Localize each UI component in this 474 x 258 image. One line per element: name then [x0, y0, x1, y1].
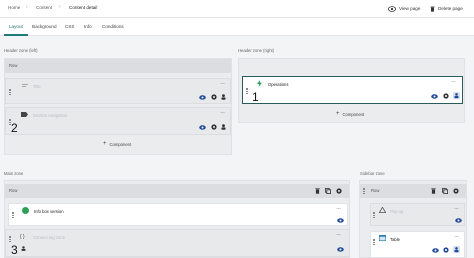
component-title: Content tag zone	[33, 235, 65, 240]
view-page-button[interactable]: View page	[388, 4, 420, 13]
eye-icon[interactable]	[432, 248, 439, 253]
row-header: Row	[360, 184, 466, 198]
add-component-button[interactable]: + Component	[336, 111, 364, 117]
component-title: Title	[33, 84, 41, 89]
main-zone: Row Info box version ··· { } Content tag…	[4, 180, 350, 258]
eye-icon[interactable]	[337, 218, 344, 223]
more-menu-icon[interactable]: ···	[454, 206, 459, 212]
component-title: Operations	[268, 82, 289, 87]
eye-icon[interactable]	[199, 125, 206, 130]
tab-layout[interactable]: Layout	[9, 24, 23, 29]
user-icon[interactable]	[453, 246, 460, 253]
component-card-operations[interactable]: Operations ··· 1	[242, 76, 463, 104]
tag-icon	[21, 112, 28, 117]
component-title: Section navigation	[33, 113, 68, 118]
eye-icon[interactable]	[431, 94, 438, 99]
user-icon[interactable]	[221, 124, 226, 130]
step-marker: 1	[252, 90, 259, 104]
trash-icon	[430, 6, 435, 12]
eye-icon	[388, 5, 396, 12]
table-icon	[379, 235, 386, 241]
code-icon: { }	[20, 234, 25, 240]
step-marker: 2	[11, 121, 18, 135]
component-card-section-navigation[interactable]: Section navigation ··· 2	[5, 107, 231, 135]
copy-icon[interactable]	[325, 188, 331, 194]
row-label: Row	[9, 188, 18, 193]
more-menu-icon[interactable]: ···	[220, 110, 225, 116]
more-menu-icon[interactable]: ···	[451, 79, 456, 85]
row-label: Row	[371, 188, 380, 193]
plus-icon: +	[103, 141, 107, 147]
row-header: Row	[5, 184, 349, 198]
header-left-zone: Row Title ··· Section navigation ··· 2 +…	[4, 58, 232, 155]
eye-icon[interactable]	[337, 247, 344, 252]
add-component-label: Component	[342, 111, 365, 117]
bolt-icon	[257, 80, 262, 87]
add-component-button[interactable]: + Component	[103, 141, 131, 147]
gear-icon[interactable]	[336, 188, 342, 194]
component-card-title[interactable]: Title ···	[5, 78, 231, 104]
more-menu-icon[interactable]: ···	[454, 234, 459, 240]
zone-label-main: Main zone	[4, 171, 24, 176]
plus-icon: +	[336, 111, 340, 117]
eye-icon[interactable]	[455, 218, 462, 223]
chevron-right-icon: ›	[26, 4, 28, 10]
gear-icon[interactable]	[211, 124, 217, 130]
zone-label-header-right: Header zone (right)	[238, 48, 275, 53]
tab-info[interactable]: Info	[84, 24, 92, 29]
view-page-label: View page	[399, 6, 421, 11]
component-card-pop-up[interactable]: Pop up ···	[370, 203, 465, 226]
component-title: Info box version	[34, 209, 64, 214]
component-card-info-box-version[interactable]: Info box version ···	[8, 203, 348, 226]
info-icon	[22, 207, 29, 214]
component-card-table[interactable]: Table ···	[370, 231, 465, 258]
zone-label-header-left: Header zone (left)	[4, 48, 38, 53]
tab-css[interactable]: CSS	[65, 24, 74, 29]
warning-icon	[379, 207, 386, 213]
chevron-right-icon: ›	[59, 4, 61, 10]
active-tab-indicator	[4, 34, 28, 36]
drag-handle[interactable]	[9, 236, 11, 242]
zone-label-sidebar: Sidebar zone	[360, 171, 385, 176]
drag-handle[interactable]	[363, 188, 365, 194]
tab-background[interactable]: Background	[32, 24, 57, 29]
breadcrumb-current: Content detail	[69, 5, 98, 10]
step-marker: 3	[11, 243, 18, 257]
more-menu-icon[interactable]: ···	[336, 206, 341, 212]
gear-icon[interactable]	[453, 188, 459, 194]
drag-handle[interactable]	[12, 212, 14, 218]
tab-bar: Layout Background CSS Info Conditions	[0, 18, 474, 36]
component-title: Table	[390, 237, 401, 242]
user-icon[interactable]	[221, 94, 226, 100]
trash-icon[interactable]	[315, 188, 320, 194]
tab-conditions[interactable]: Conditions	[102, 24, 124, 29]
add-component-label: Component	[109, 141, 132, 147]
more-menu-icon[interactable]: ···	[220, 81, 225, 87]
drag-handle[interactable]	[9, 89, 11, 95]
gear-icon[interactable]	[443, 93, 449, 99]
drag-handle[interactable]	[373, 212, 375, 218]
eye-icon[interactable]	[199, 95, 206, 100]
component-card-content-tag-zone[interactable]: { } Content tag zone ··· 3	[5, 229, 350, 257]
row-label: Row	[9, 63, 18, 68]
user-icon	[21, 246, 26, 251]
drag-handle[interactable]	[246, 88, 248, 94]
more-menu-icon[interactable]: ···	[336, 232, 341, 238]
trash-icon[interactable]	[431, 188, 436, 194]
text-icon	[22, 84, 28, 87]
gear-icon[interactable]	[443, 247, 449, 253]
header-right-zone: Operations ··· 1 + Component	[238, 58, 465, 123]
drag-handle[interactable]	[373, 239, 375, 245]
top-bar: Home › Content › Content detail View pag…	[0, 0, 474, 18]
user-icon[interactable]	[453, 92, 460, 99]
copy-icon[interactable]	[442, 188, 448, 194]
delete-page-button[interactable]: Delete page	[430, 4, 463, 13]
delete-page-label: Delete page	[438, 6, 463, 11]
breadcrumb-content[interactable]: Content	[36, 5, 52, 10]
breadcrumb-home[interactable]: Home	[8, 5, 20, 10]
sidebar-zone: Row Pop up ··· Table ···	[359, 180, 467, 258]
row-header: Row	[5, 59, 231, 73]
component-title: Pop up	[390, 209, 404, 214]
gear-icon[interactable]	[211, 94, 217, 100]
